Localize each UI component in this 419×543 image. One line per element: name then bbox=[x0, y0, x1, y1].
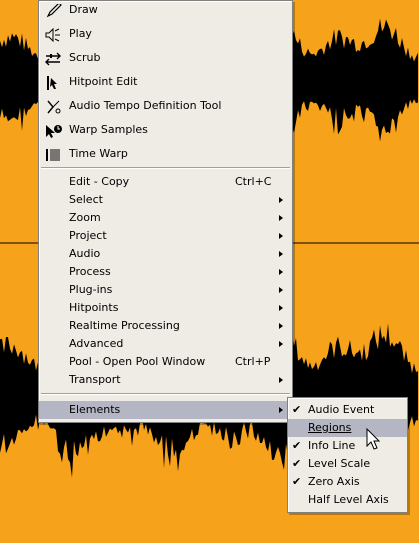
tool-label: Hitpoint Edit bbox=[69, 75, 138, 88]
menu-label: Process bbox=[69, 265, 111, 278]
submenu-label: Half Level Axis bbox=[308, 493, 389, 506]
submenu-arrow-icon bbox=[279, 407, 283, 413]
menu-item-audio[interactable]: Audio bbox=[39, 245, 292, 263]
menu-item-realtime-processing[interactable]: Realtime Processing bbox=[39, 317, 292, 335]
menu-separator bbox=[41, 167, 290, 169]
menu-label: Realtime Processing bbox=[69, 319, 180, 332]
tool-label: Draw bbox=[69, 3, 98, 16]
menu-item-select[interactable]: Select bbox=[39, 191, 292, 209]
tempo-definition-icon bbox=[47, 100, 61, 114]
menu-label: Edit - Copy bbox=[69, 175, 130, 188]
elements-submenu: ✔ Audio Event Regions ✔ Info Line ✔ Leve… bbox=[287, 397, 408, 513]
menu-label: Elements bbox=[69, 403, 121, 416]
shortcut: Ctrl+P bbox=[235, 355, 271, 368]
submenu-label: Info Line bbox=[308, 439, 356, 452]
tool-play[interactable]: Play bbox=[39, 25, 292, 43]
speaker-icon bbox=[45, 28, 60, 42]
submenu-arrow-icon bbox=[279, 215, 283, 221]
submenu-label: Zero Axis bbox=[308, 475, 360, 488]
submenu-item-level-scale[interactable]: ✔ Level Scale bbox=[288, 455, 407, 473]
submenu-label: Regions bbox=[308, 421, 352, 434]
submenu-arrow-icon bbox=[279, 233, 283, 239]
warp-samples-icon bbox=[46, 125, 62, 138]
checkmark-icon: ✔ bbox=[292, 457, 302, 470]
submenu-label: Level Scale bbox=[308, 457, 371, 470]
checkmark-icon: ✔ bbox=[292, 439, 302, 452]
tool-label: Play bbox=[69, 27, 92, 40]
menu-label: Zoom bbox=[69, 211, 101, 224]
shortcut: Ctrl+C bbox=[235, 175, 272, 188]
hitpoint-edit-icon bbox=[47, 76, 57, 90]
scrub-icon bbox=[45, 52, 61, 66]
menu-item-transport[interactable]: Transport bbox=[39, 371, 292, 389]
menu-label: Select bbox=[69, 193, 103, 206]
menu-label: Advanced bbox=[69, 337, 124, 350]
submenu-arrow-icon bbox=[279, 323, 283, 329]
submenu-arrow-icon bbox=[279, 269, 283, 275]
tool-label: Time Warp bbox=[69, 147, 128, 160]
tool-label: Warp Samples bbox=[69, 123, 148, 136]
mouse-pointer-icon bbox=[366, 428, 381, 450]
tool-draw[interactable]: Draw bbox=[39, 1, 292, 19]
tool-time-warp[interactable]: Time Warp bbox=[39, 145, 292, 163]
time-warp-icon bbox=[46, 149, 60, 161]
menu-label: Transport bbox=[69, 373, 121, 386]
submenu-arrow-icon bbox=[279, 287, 283, 293]
menu-item-zoom[interactable]: Zoom bbox=[39, 209, 292, 227]
tool-label: Audio Tempo Definition Tool bbox=[69, 99, 222, 112]
menu-label: Hitpoints bbox=[69, 301, 119, 314]
menu-label: Audio bbox=[69, 247, 101, 260]
menu-item-process[interactable]: Process bbox=[39, 263, 292, 281]
menu-item-plug-ins[interactable]: Plug-ins bbox=[39, 281, 292, 299]
submenu-label: Audio Event bbox=[308, 403, 375, 416]
menu-label: Pool - Open Pool Window bbox=[69, 355, 206, 368]
checkmark-icon: ✔ bbox=[292, 403, 302, 416]
tool-hitpoint-edit[interactable]: Hitpoint Edit bbox=[39, 73, 292, 91]
submenu-arrow-icon bbox=[279, 341, 283, 347]
context-menu: Draw Play Scrub Hitpoint Edit Audio Temp… bbox=[38, 0, 293, 423]
submenu-item-half-level-axis[interactable]: Half Level Axis bbox=[288, 491, 407, 509]
submenu-arrow-icon bbox=[279, 251, 283, 257]
menu-item-hitpoints[interactable]: Hitpoints bbox=[39, 299, 292, 317]
submenu-arrow-icon bbox=[279, 197, 283, 203]
submenu-arrow-icon bbox=[279, 377, 283, 383]
submenu-item-regions[interactable]: Regions bbox=[288, 419, 407, 437]
menu-label: Plug-ins bbox=[69, 283, 113, 296]
submenu-item-audio-event[interactable]: ✔ Audio Event bbox=[288, 401, 407, 419]
menu-item-elements[interactable]: Elements bbox=[39, 401, 292, 419]
menu-item-edit-copy[interactable]: Edit - Copy Ctrl+C bbox=[39, 173, 292, 191]
tool-label: Scrub bbox=[69, 51, 101, 64]
menu-item-project[interactable]: Project bbox=[39, 227, 292, 245]
tool-scrub[interactable]: Scrub bbox=[39, 49, 292, 67]
tool-audio-tempo-definition[interactable]: Audio Tempo Definition Tool bbox=[39, 97, 292, 115]
submenu-arrow-icon bbox=[279, 305, 283, 311]
menu-separator bbox=[41, 393, 290, 395]
checkmark-icon: ✔ bbox=[292, 475, 302, 488]
menu-item-pool-open-pool-window[interactable]: Pool - Open Pool Window Ctrl+P bbox=[39, 353, 292, 371]
pencil-icon bbox=[46, 4, 62, 18]
submenu-item-zero-axis[interactable]: ✔ Zero Axis bbox=[288, 473, 407, 491]
submenu-item-info-line[interactable]: ✔ Info Line bbox=[288, 437, 407, 455]
tool-warp-samples[interactable]: Warp Samples bbox=[39, 121, 292, 139]
menu-label: Project bbox=[69, 229, 107, 242]
menu-item-advanced[interactable]: Advanced bbox=[39, 335, 292, 353]
